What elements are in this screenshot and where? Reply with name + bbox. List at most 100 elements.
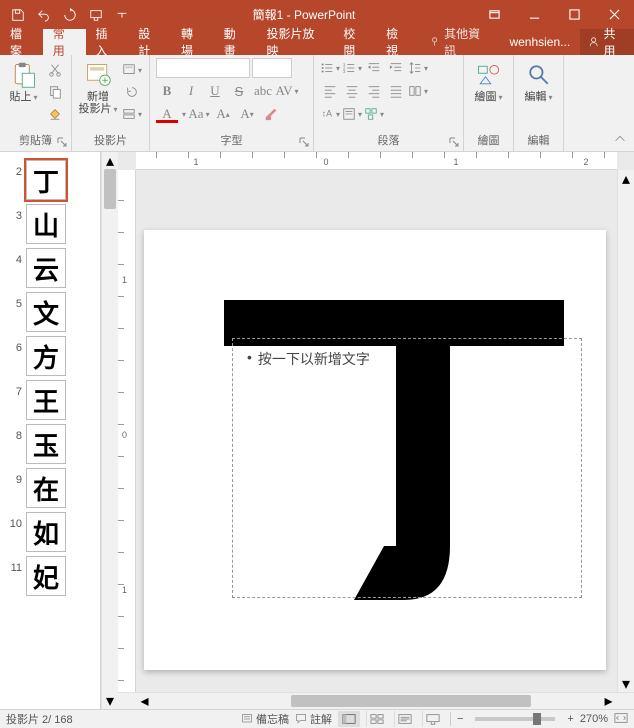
thumbnail-row[interactable]: 7王 [0, 378, 100, 422]
tab-view[interactable]: 檢視 [376, 29, 419, 55]
fit-to-window-button[interactable] [614, 712, 628, 727]
bold-button[interactable]: B [156, 81, 178, 101]
text-direction-button[interactable]: ↕A▾ [320, 104, 340, 124]
justify-button[interactable] [386, 81, 406, 101]
increase-indent-button[interactable] [386, 58, 406, 78]
thumbnail[interactable]: 王 [26, 380, 66, 420]
tell-me-input[interactable]: 其他資訊 [419, 29, 500, 55]
tab-home[interactable]: 常用 [43, 29, 86, 55]
font-launcher[interactable] [297, 135, 311, 149]
vertical-scrollbar[interactable]: ▴ ▾ [617, 170, 634, 692]
content-placeholder[interactable]: •按一下以新增文字 [232, 338, 582, 598]
thumbnail-row[interactable]: 3山 [0, 202, 100, 246]
zoom-out-button[interactable]: − [457, 713, 463, 725]
grow-font-button[interactable]: A▴ [212, 104, 234, 124]
collapse-ribbon-button[interactable] [610, 129, 630, 149]
thumbnail-row[interactable]: 11妃 [0, 554, 100, 598]
undo-button[interactable] [32, 3, 56, 27]
tab-file[interactable]: 檔案 [0, 29, 43, 55]
current-slide[interactable]: •按一下以新增文字 [144, 230, 606, 670]
start-from-beginning-button[interactable] [84, 3, 108, 27]
editing-button[interactable]: 編輯▾ [520, 58, 557, 103]
redo-button[interactable] [58, 3, 82, 27]
zoom-level[interactable]: 270% [580, 713, 608, 725]
font-size-combo[interactable] [252, 58, 292, 78]
slide-counter[interactable]: 投影片 2/ 168 [6, 711, 73, 727]
thumbnail[interactable]: 在 [26, 468, 66, 508]
scroll-down-button[interactable]: ▾ [102, 692, 118, 709]
font-color-button[interactable]: A [156, 104, 178, 124]
numbering-button[interactable]: 123▾ [342, 58, 362, 78]
vscroll-down-button[interactable]: ▾ [618, 675, 634, 692]
hscroll-right-button[interactable]: ▸ [600, 693, 617, 709]
zoom-in-button[interactable]: + [567, 713, 573, 725]
font-family-combo[interactable] [156, 58, 250, 78]
share-button[interactable]: 共用 [580, 29, 634, 55]
thumbnail-row[interactable]: 10如 [0, 510, 100, 554]
tab-slideshow[interactable]: 投影片放映 [257, 29, 334, 55]
slideshow-view-button[interactable] [422, 711, 444, 727]
smartart-button[interactable]: ▾ [364, 104, 384, 124]
save-button[interactable] [6, 3, 30, 27]
paste-button[interactable]: 貼上▾ [6, 58, 41, 103]
zoom-slider-knob[interactable] [533, 713, 541, 725]
reset-button[interactable] [122, 82, 142, 102]
thumbnail[interactable]: 丁 [26, 160, 66, 200]
maximize-button[interactable] [554, 0, 594, 29]
thumbnail[interactable]: 玉 [26, 424, 66, 464]
scroll-thumb[interactable] [104, 169, 116, 209]
clear-formatting-button[interactable] [260, 104, 282, 124]
slide-sorter-view-button[interactable] [366, 711, 388, 727]
thumbnail[interactable]: 方 [26, 336, 66, 376]
thumbnail[interactable]: 山 [26, 204, 66, 244]
strikethrough-button[interactable]: S [228, 81, 250, 101]
thumbnail-row[interactable]: 8玉 [0, 422, 100, 466]
thumbnail[interactable]: 文 [26, 292, 66, 332]
thumbnail-scrollbar[interactable]: ▴ ▾ [101, 152, 118, 709]
tab-insert[interactable]: 插入 [86, 29, 129, 55]
align-left-button[interactable] [320, 81, 340, 101]
italic-button[interactable]: I [180, 81, 202, 101]
zoom-slider[interactable] [475, 717, 555, 721]
thumbnail-row[interactable]: 4云 [0, 246, 100, 290]
paragraph-launcher[interactable] [447, 135, 461, 149]
decrease-indent-button[interactable] [364, 58, 384, 78]
tab-animations[interactable]: 動畫 [214, 29, 257, 55]
change-case-button[interactable]: Aa▾ [188, 104, 210, 124]
notes-button[interactable]: 備忘稿 [241, 711, 289, 727]
scroll-up-button[interactable]: ▴ [102, 152, 118, 169]
align-center-button[interactable] [342, 81, 362, 101]
minimize-button[interactable] [514, 0, 554, 29]
slide-canvas[interactable]: •按一下以新增文字 [136, 170, 617, 692]
char-spacing-button[interactable]: AV▾ [276, 81, 298, 101]
slide-thumbnail-pane[interactable]: 2丁3山4云5文6方7王8玉9在10如11妃 [0, 152, 101, 709]
drawing-button[interactable]: 繪圖▾ [470, 58, 507, 103]
thumbnail-row[interactable]: 2丁 [0, 158, 100, 202]
align-text-button[interactable]: ▾ [342, 104, 362, 124]
new-slide-button[interactable]: 新增 投影片▾ [78, 58, 118, 115]
clipboard-launcher[interactable] [55, 135, 69, 149]
thumbnail[interactable]: 云 [26, 248, 66, 288]
qat-customize-button[interactable] [110, 3, 134, 27]
thumbnail-row[interactable]: 6方 [0, 334, 100, 378]
underline-button[interactable]: U [204, 81, 226, 101]
shadow-button[interactable]: abc [252, 81, 274, 101]
thumbnail-row[interactable]: 5文 [0, 290, 100, 334]
layout-button[interactable]: ▾ [122, 60, 142, 80]
hscroll-thumb[interactable] [291, 695, 531, 707]
comments-button[interactable]: 註解 [295, 711, 332, 727]
tab-design[interactable]: 設計 [128, 29, 171, 55]
hscroll-left-button[interactable]: ◂ [136, 693, 153, 709]
normal-view-button[interactable] [338, 711, 360, 727]
align-right-button[interactable] [364, 81, 384, 101]
bullets-button[interactable]: ▾ [320, 58, 340, 78]
section-button[interactable]: ▾ [122, 104, 142, 124]
line-spacing-button[interactable]: ▾ [408, 58, 428, 78]
shrink-font-button[interactable]: A▾ [236, 104, 258, 124]
horizontal-ruler[interactable]: 1012 [136, 152, 617, 170]
signed-in-user[interactable]: wenhsien... [499, 29, 580, 55]
vscroll-up-button[interactable]: ▴ [618, 170, 634, 187]
hscroll-track[interactable] [171, 693, 583, 709]
reading-view-button[interactable] [394, 711, 416, 727]
format-painter-button[interactable] [45, 104, 65, 124]
